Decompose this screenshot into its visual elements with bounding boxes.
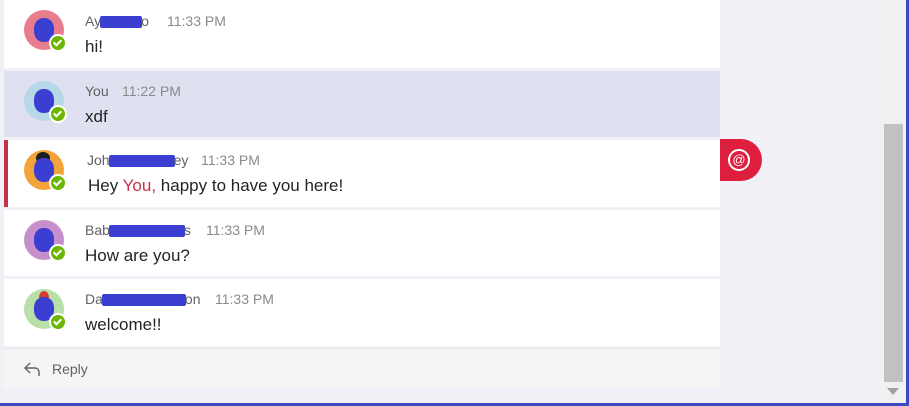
- message-row[interactable]: Bab s 11:33 PM How are you?: [4, 210, 720, 276]
- message-text: welcome!!: [85, 315, 162, 334]
- avatar[interactable]: [24, 10, 67, 52]
- sender-name-end: s: [183, 222, 191, 238]
- redaction-mark: [100, 16, 143, 29]
- sender-name-start: Ay: [85, 13, 102, 29]
- timestamp: 11:33 PM: [215, 291, 274, 307]
- mention-you[interactable]: You,: [123, 176, 156, 195]
- presence-available-icon: [49, 313, 67, 331]
- message-row-mention[interactable]: Joh ey 11:33 PM Hey You, happy to have yo…: [4, 140, 720, 207]
- scroll-down-arrow-icon[interactable]: [887, 388, 899, 395]
- message-text: Hey You, happy to have you here!: [88, 176, 343, 196]
- redaction-mark: [108, 155, 175, 168]
- message-text-part: happy to have you here!: [156, 176, 344, 195]
- message-text: How are you?: [85, 246, 190, 265]
- avatar[interactable]: [24, 150, 67, 192]
- presence-available-icon: [49, 244, 67, 262]
- avatar[interactable]: [24, 81, 67, 123]
- sender-name-end: on: [184, 291, 201, 307]
- sender-name[interactable]: Ay o: [85, 13, 149, 29]
- message-text: xdf: [85, 107, 108, 126]
- message-text-part: Hey: [88, 176, 123, 195]
- sender-name[interactable]: Da on: [85, 291, 200, 307]
- sender-name-start: Joh: [87, 152, 110, 168]
- timestamp: 11:33 PM: [201, 152, 260, 168]
- sender-name[interactable]: You: [85, 83, 109, 99]
- message-row[interactable]: Ay o 11:33 PM hi!: [4, 0, 720, 68]
- sender-name[interactable]: Joh ey: [87, 152, 188, 168]
- message-list: Ay o 11:33 PM hi! You 11:22 PM xdf Joh ey …: [4, 0, 720, 388]
- avatar[interactable]: [24, 220, 67, 262]
- redaction-mark: [108, 225, 185, 238]
- sender-name-end: o: [141, 13, 149, 29]
- timestamp: 11:33 PM: [167, 13, 226, 29]
- sender-name-end: ey: [173, 152, 189, 168]
- at-mention-icon: @: [728, 149, 750, 171]
- timestamp: 11:33 PM: [206, 222, 265, 238]
- mention-flag-button[interactable]: @: [720, 139, 762, 181]
- sender-name-start: Da: [85, 291, 103, 307]
- message-row[interactable]: Da on 11:33 PM welcome!!: [4, 279, 720, 346]
- message-text: hi!: [85, 37, 103, 56]
- sender-name-start: Bab: [85, 222, 110, 238]
- redaction-mark: [101, 294, 186, 307]
- avatar[interactable]: [24, 289, 67, 331]
- message-row-highlighted[interactable]: You 11:22 PM xdf: [4, 71, 720, 137]
- presence-available-icon: [49, 105, 67, 123]
- reply-bar[interactable]: Reply: [4, 348, 720, 389]
- reply-label[interactable]: Reply: [52, 361, 88, 377]
- sender-name[interactable]: Bab s: [85, 222, 191, 238]
- timestamp: 11:22 PM: [122, 83, 181, 99]
- reply-arrow-icon[interactable]: [22, 359, 42, 379]
- scrollbar-thumb[interactable]: [884, 124, 903, 382]
- presence-available-icon: [49, 174, 67, 192]
- presence-available-icon: [49, 34, 67, 52]
